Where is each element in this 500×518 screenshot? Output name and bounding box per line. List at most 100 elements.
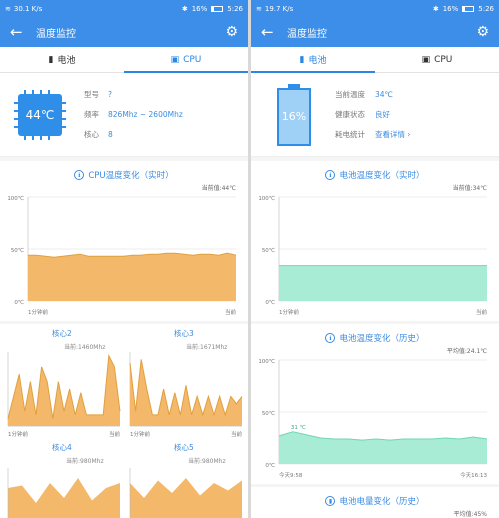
gear-icon[interactable]: ⚙: [476, 24, 489, 40]
core2-area: [8, 355, 120, 426]
battery-specs: 当前温度 34℃ 健康状态 良好 耗电统计 查看详情 ›: [335, 85, 410, 145]
y-tick: 100℃: [7, 195, 24, 202]
battery-level-value: 16%: [277, 87, 311, 146]
tab-bar: ▮ 电池 ▣ CPU: [251, 47, 499, 73]
y-tick: 50℃: [262, 410, 275, 417]
spec-row: 健康状态 良好: [335, 105, 410, 125]
spec-key: 核心: [84, 129, 99, 139]
spec-row: 当前温度 34℃: [335, 85, 410, 105]
tab-label: CPU: [434, 54, 453, 65]
cpu-panel: ≋ 30.1 K/s ✱ 16% 5:26 ← 温度监控 ⚙ ▮ 电池 ▣ CPU: [0, 0, 248, 518]
tab-label: 电池: [308, 56, 327, 66]
core-freq: 当前:980Mhz: [188, 458, 226, 465]
cpu-temp-chart-card: ℹ CPU温度变化（实时） 当前值:44℃ 100℃ 50℃ 0℃ 1分钟前 当前: [0, 161, 248, 321]
cpu-info: 44℃ 型号? 频率 826Mhz ~ 2600Mhz 核心 8: [0, 73, 248, 157]
spec-row: 耗电统计 查看详情 ›: [335, 125, 410, 145]
tab-cpu[interactable]: ▣ CPU: [124, 47, 248, 73]
tab-battery[interactable]: ▮ 电池: [0, 47, 124, 72]
core-charts: 核心2 当前:1460Mhz 核心3 当前:1671Mhz 1分钟前 当前 1分…: [0, 324, 248, 518]
network-speed: 30.1 K/s: [13, 4, 43, 13]
cpu-temp-area: [28, 253, 236, 301]
spec-row: 频率 826Mhz ~ 2600Mhz: [84, 105, 183, 125]
battery-percent: 16%: [191, 4, 208, 13]
battery-percent: 16%: [442, 4, 459, 13]
clock: 5:26: [227, 4, 243, 13]
battery-icon: [462, 5, 475, 12]
battery-chart-icon: ▮: [325, 496, 336, 506]
cpu-tab-icon: ▣: [170, 54, 180, 65]
chart-title: CPU温度变化（实时）: [88, 171, 174, 181]
battery-temp-history-chart: 100℃ 50℃ 0℃ 今天9:58 今天16:13 31 ℃: [258, 358, 487, 479]
spec-key: 当前温度: [335, 89, 365, 99]
battery-icon: [211, 5, 224, 12]
thermometer-icon: ℹ: [325, 333, 336, 343]
tab-battery[interactable]: ▮ 电池: [251, 47, 375, 73]
spec-row: 核心 8: [84, 125, 183, 145]
core-title: 核心5: [174, 443, 194, 452]
spec-key: 耗电统计: [335, 129, 365, 139]
core-charts-svg: 1分钟前 当前 1分钟前 当前: [7, 352, 243, 518]
tab-label: 电池: [57, 56, 76, 66]
status-bar: ≋ 30.1 K/s ✱ 16% 5:26: [0, 0, 248, 17]
core2-line: [7, 353, 121, 419]
bluetooth-icon: ✱: [432, 4, 439, 13]
tab-bar: ▮ 电池 ▣ CPU: [0, 47, 248, 73]
core-title: 核心4: [52, 443, 72, 452]
battery-level-history-card: ▮ 电池电量变化（历史） 平均值:45%: [251, 487, 499, 518]
chevron-right-icon[interactable]: ›: [407, 130, 410, 139]
spec-value: ?: [108, 89, 112, 99]
core-freq: 当前:980Mhz: [66, 458, 104, 465]
x-tick: 今天16:13: [460, 471, 487, 479]
back-arrow-icon[interactable]: ←: [10, 23, 32, 41]
spec-value: 826Mhz ~ 2600Mhz: [108, 109, 183, 119]
spec-value: 8: [108, 129, 113, 139]
spec-value: 良好: [375, 109, 390, 119]
chart-average-value: 平均值:45%: [453, 511, 487, 518]
back-arrow-icon[interactable]: ←: [261, 23, 283, 41]
gear-icon[interactable]: ⚙: [225, 24, 238, 40]
x-tick: 1分钟前: [8, 430, 28, 438]
x-tick: 当前: [231, 430, 243, 438]
x-tick: 1分钟前: [28, 308, 48, 316]
battery-tab-icon: ▮: [48, 54, 54, 65]
cpu-chip-icon: 44℃: [12, 89, 68, 140]
thermometer-icon: ℹ: [74, 170, 85, 180]
y-tick: 50℃: [262, 247, 275, 254]
view-details-link[interactable]: 查看详情: [375, 130, 405, 139]
x-tick: 今天9:58: [279, 471, 303, 479]
spec-value: 34℃: [375, 89, 393, 99]
chart-title: 电池温度变化（历史）: [339, 334, 425, 344]
battery-tab-icon: ▮: [299, 54, 305, 65]
y-tick: 0℃: [265, 299, 275, 306]
page-title: 温度监控: [287, 28, 327, 40]
tab-cpu[interactable]: ▣ CPU: [375, 47, 499, 72]
page-title: 温度监控: [36, 28, 76, 40]
cpu-temp-chart: 100℃ 50℃ 0℃ 1分钟前 当前: [7, 195, 236, 316]
network-speed: 19.7 K/s: [264, 4, 294, 13]
spec-row: 型号?: [84, 85, 183, 105]
cpu-specs: 型号? 频率 826Mhz ~ 2600Mhz 核心 8: [84, 85, 183, 145]
app-bar: ← 温度监控 ⚙: [251, 17, 499, 47]
screen: ≋ 30.1 K/s ✱ 16% 5:26 ← 温度监控 ⚙ ▮ 电池 ▣ CPU: [0, 0, 500, 518]
bluetooth-icon: ✱: [181, 4, 188, 13]
spec-key: 频率: [84, 109, 99, 119]
y-tick: 100℃: [258, 358, 275, 365]
x-tick: 当前: [476, 308, 488, 316]
y-tick: 50℃: [11, 247, 24, 254]
battery-temp-realtime-chart: 100℃ 50℃ 0℃ 1分钟前 当前: [258, 195, 488, 316]
chart-title: 电池电量变化（历史）: [339, 497, 425, 507]
x-tick: 1分钟前: [279, 308, 299, 316]
y-tick: 0℃: [14, 299, 24, 306]
status-bar: ≋ 19.7 K/s ✱ 16% 5:26: [251, 0, 499, 17]
thermometer-icon: ℹ: [325, 170, 336, 180]
peak-label: 31 ℃: [291, 424, 306, 431]
chart-title: 电池温度变化（实时）: [339, 171, 425, 181]
core-partial-area: [8, 478, 120, 518]
battery-info: 16% 当前温度 34℃ 健康状态 良好 耗电统计 查看详情 ›: [251, 73, 499, 157]
battery-panel: ≋ 19.7 K/s ✱ 16% 5:26 ← 温度监控 ⚙ ▮ 电池 ▣ CPU 16%…: [251, 0, 499, 518]
battery-temp-history-area: [279, 431, 487, 464]
y-tick: 0℃: [265, 462, 275, 469]
battery-temp-history-card: ℹ 电池温度变化（历史） 平均值:24.1℃ 100℃ 50℃ 0℃ 今天9:58…: [251, 324, 499, 484]
x-tick: 1分钟前: [130, 430, 150, 438]
battery-temp-realtime-area: [279, 265, 487, 301]
